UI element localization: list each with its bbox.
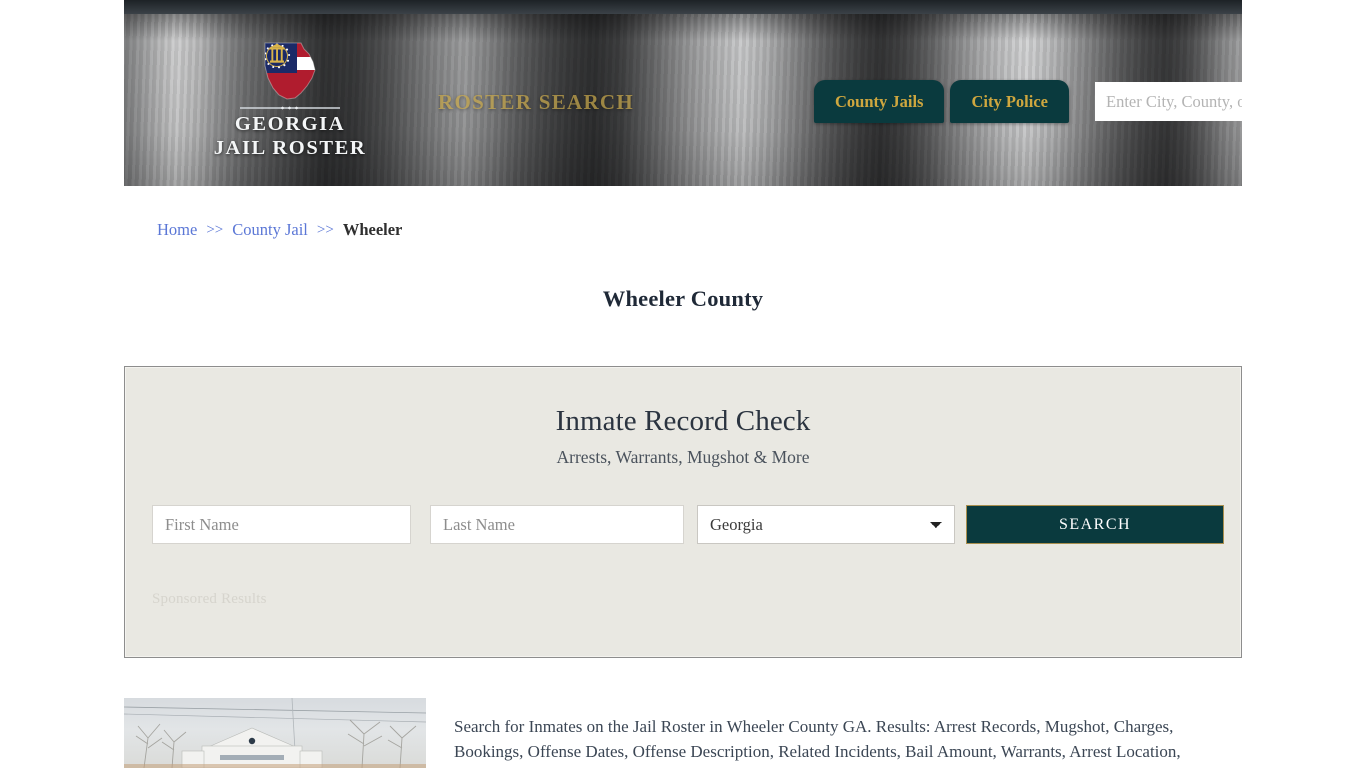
header-search [1095,82,1242,121]
georgia-state-flag-icon [264,42,316,100]
site-header-banner: GEORGIA JAIL ROSTER ROSTER SEARCH County… [124,0,1242,186]
panel-subheading: Arrests, Warrants, Mugshot & More [556,447,810,467]
page-root: GEORGIA JAIL ROSTER ROSTER SEARCH County… [0,0,1366,768]
county-description: Search for Inmates on the Jail Roster in… [454,717,1181,768]
breadcrumb-item-current: Wheeler [342,220,403,239]
breadcrumb-separator: >> [316,221,334,238]
first-name-input[interactable] [152,505,411,544]
logo-divider [240,107,340,109]
county-info-section: Search for Inmates on the Jail Roster in… [124,698,1242,768]
sponsored-results-label: Sponsored Results [152,591,267,607]
logo-line-2: JAIL ROSTER [213,137,367,160]
header-tagline: ROSTER SEARCH [438,90,635,114]
breadcrumb-item-home[interactable]: Home [157,220,197,240]
page-title: Wheeler County [602,286,764,312]
panel-heading: Inmate Record Check [555,405,811,437]
logo-text: GEORGIA JAIL ROSTER [190,112,390,160]
header-nav: County Jails City Police [814,80,1069,123]
logo-line-1: GEORGIA [234,113,346,135]
breadcrumb-item-county-jail[interactable]: County Jail [232,220,308,240]
state-select[interactable]: Georgia [697,505,955,544]
inmate-record-check-panel: Inmate Record Check Arrests, Warrants, M… [124,366,1242,658]
nav-tab-city-police[interactable]: City Police [950,80,1069,123]
courthouse-thumbnail[interactable] [124,698,426,768]
header-search-input[interactable] [1095,82,1242,121]
courthouse-illustration [124,698,426,768]
last-name-input[interactable] [430,505,684,544]
breadcrumb-separator: >> [206,221,224,238]
breadcrumb: Home >> County Jail >> Wheeler [157,220,402,240]
header-shelf-shadow [124,0,1242,14]
nav-tab-county-jails[interactable]: County Jails [814,80,945,123]
inmate-search-button[interactable]: SEARCH [966,505,1224,544]
inmate-search-form: Georgia SEARCH [152,505,1224,544]
site-logo[interactable]: GEORGIA JAIL ROSTER [190,40,390,160]
